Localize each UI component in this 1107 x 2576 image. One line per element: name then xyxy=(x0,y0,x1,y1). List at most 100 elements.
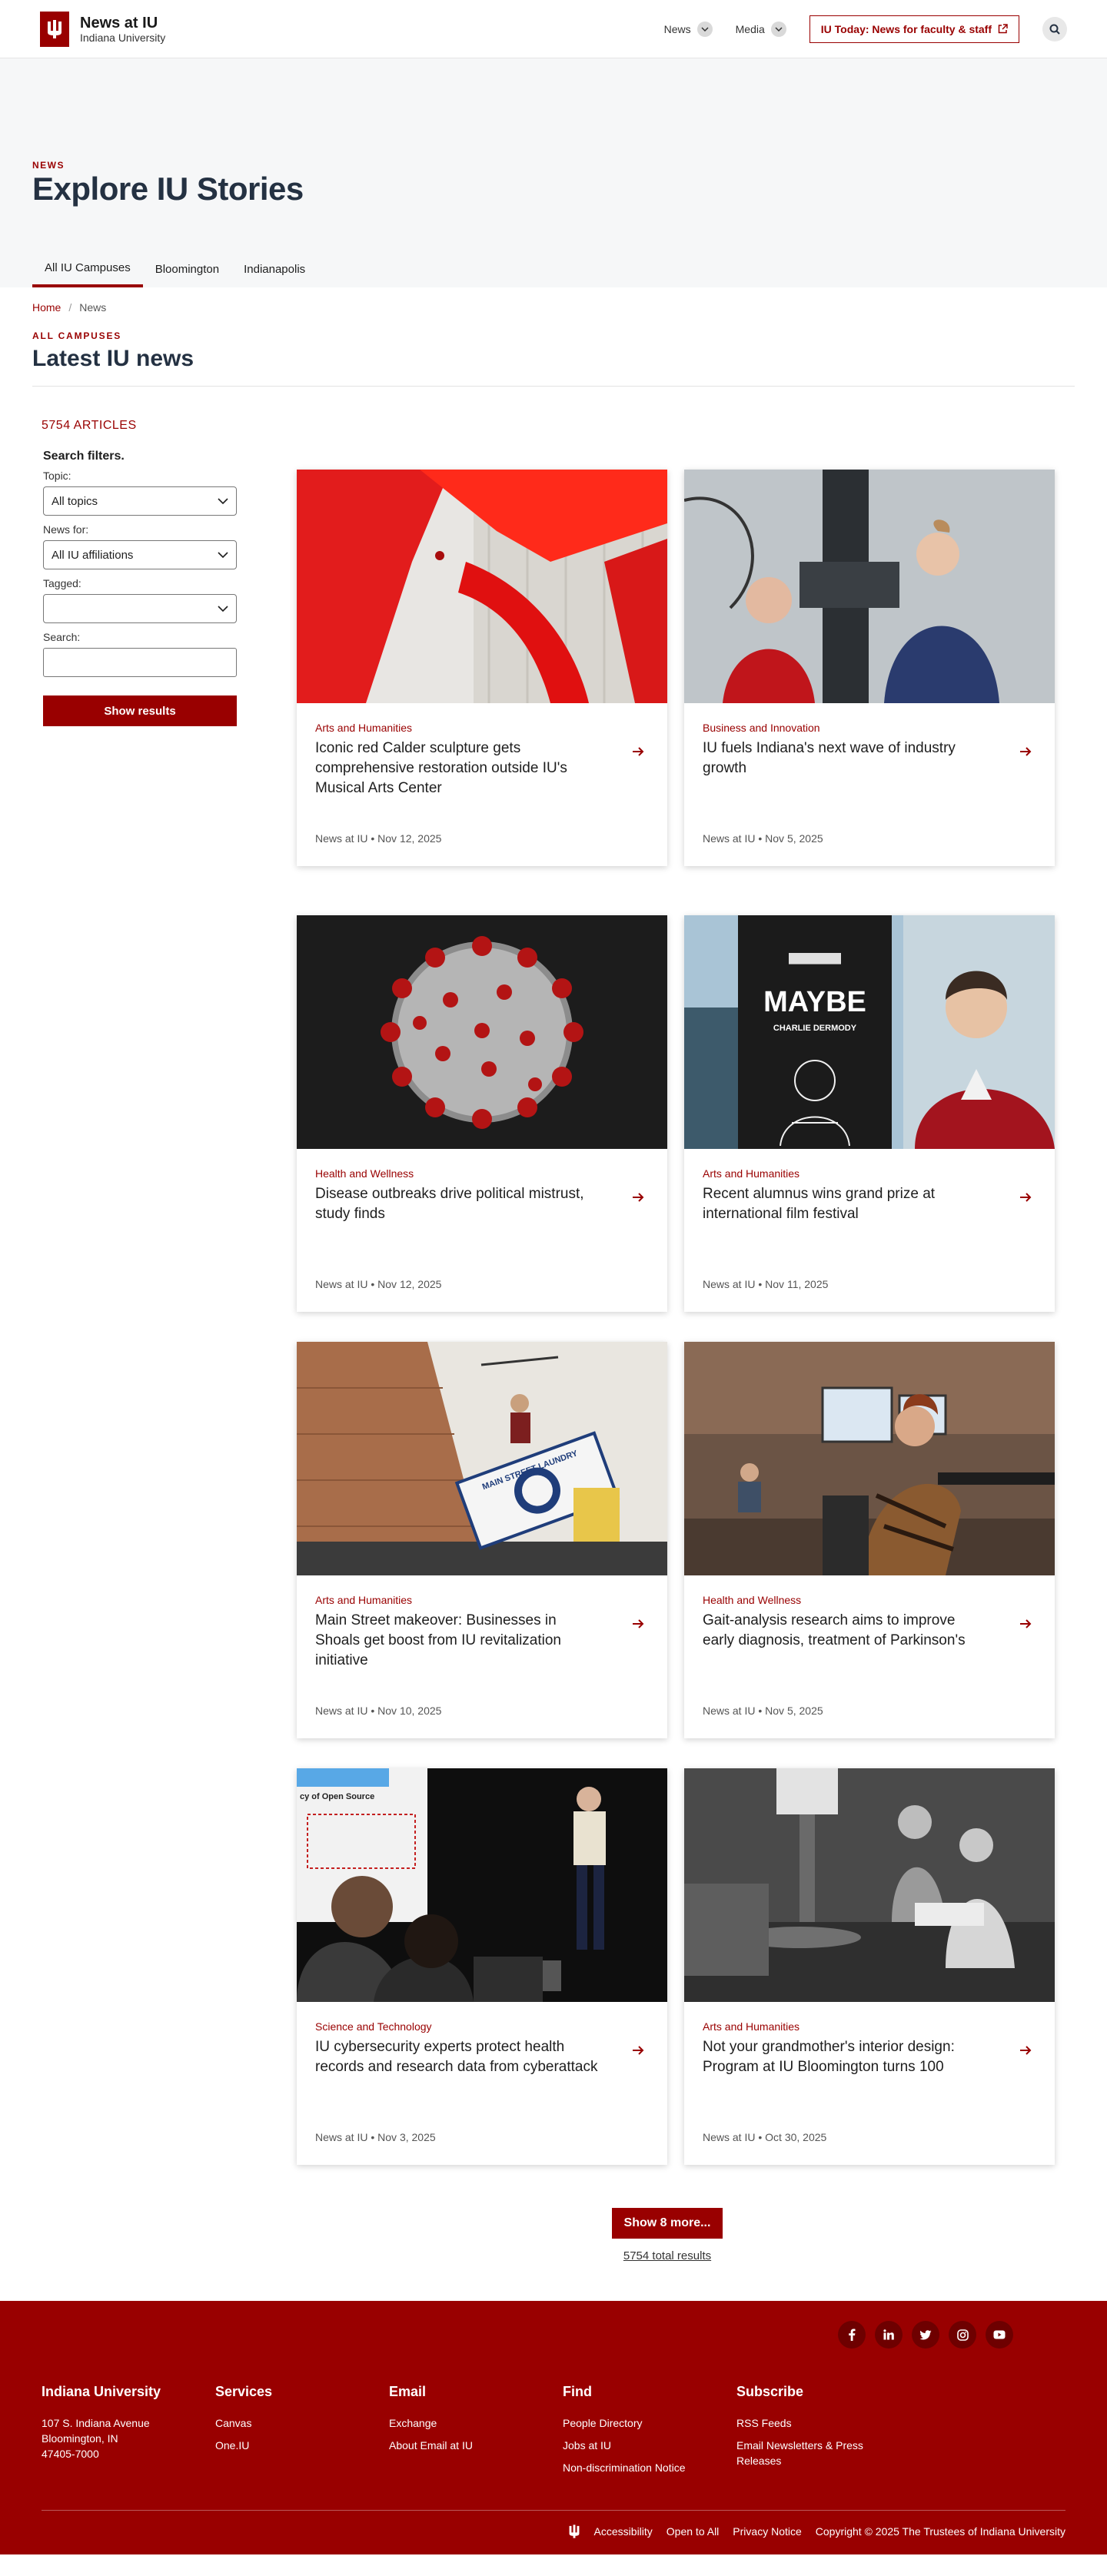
article-source: News at IU xyxy=(703,1705,756,1717)
article-card[interactable]: MAIN STREET LAUNDRY Arts and Humanities Ma… xyxy=(297,1342,667,1738)
article-meta: News at IU • Nov 12, 2025 xyxy=(315,1278,441,1290)
article-title[interactable]: Gait-analysis research aims to improve e… xyxy=(703,1611,987,1651)
topic-select-value: All topics xyxy=(52,494,98,508)
footer-col-subscribe: Subscribe RSS Feeds Email Newsletters & … xyxy=(736,2384,890,2482)
article-category[interactable]: Health and Wellness xyxy=(315,1167,649,1180)
show-more-button[interactable]: Show 8 more... xyxy=(612,2208,723,2239)
youtube-icon[interactable] xyxy=(986,2321,1013,2349)
hero-eyebrow: NEWS xyxy=(32,160,65,171)
meta-separator: • xyxy=(371,1705,375,1717)
breadcrumb-home[interactable]: Home xyxy=(32,301,61,327)
footer-link-exchange[interactable]: Exchange xyxy=(389,2415,563,2431)
footer-link-nondiscrimination[interactable]: Non-discrimination Notice xyxy=(563,2460,736,2475)
article-source: News at IU xyxy=(315,2131,368,2143)
meta-separator: • xyxy=(758,2131,763,2143)
article-card[interactable]: Business and Innovation IU fuels Indiana'… xyxy=(684,470,1055,866)
arrow-right-icon[interactable] xyxy=(632,2042,644,2060)
show-results-button[interactable]: Show results xyxy=(43,695,237,726)
search-button[interactable] xyxy=(1042,16,1067,41)
article-image[interactable]: cy of Open Source xyxy=(297,1768,667,2002)
article-category[interactable]: Science and Technology xyxy=(315,2020,649,2033)
search-filters: Search filters. Topic: All topics News f… xyxy=(43,450,237,726)
article-image[interactable]: MAIN STREET LAUNDRY xyxy=(297,1342,667,1575)
nav-news[interactable]: News xyxy=(663,21,713,37)
article-card[interactable]: Arts and Humanities Iconic red Calder scu… xyxy=(297,470,667,866)
arrow-right-icon[interactable] xyxy=(632,1615,644,1633)
footer-link-people-directory[interactable]: People Directory xyxy=(563,2415,736,2431)
tagged-select[interactable] xyxy=(43,594,237,623)
footer-link-accessibility[interactable]: Accessibility xyxy=(594,2525,653,2538)
footer-link-canvas[interactable]: Canvas xyxy=(215,2415,389,2431)
twitter-icon[interactable] xyxy=(912,2321,939,2349)
article-card[interactable]: Arts and Humanities Not your grandmother'… xyxy=(684,1768,1055,2165)
trident-icon xyxy=(48,19,62,38)
article-image[interactable]: ████████ MAYBE CHARLIE DERMODY xyxy=(684,915,1055,1149)
arrow-right-icon[interactable] xyxy=(1019,2042,1032,2060)
newsfor-select-value: All IU affiliations xyxy=(52,548,134,562)
arrow-right-icon[interactable] xyxy=(1019,1615,1032,1633)
article-meta: News at IU • Nov 10, 2025 xyxy=(315,1705,441,1717)
footer-col-find: Find People Directory Jobs at IU Non-dis… xyxy=(563,2384,736,2482)
article-title[interactable]: Not your grandmother's interior design: … xyxy=(703,2037,987,2077)
article-title[interactable]: Iconic red Calder sculpture gets compreh… xyxy=(315,739,600,798)
article-date: Nov 12, 2025 xyxy=(377,1278,442,1290)
facebook-icon[interactable] xyxy=(838,2321,866,2349)
slide-text: cy of Open Source xyxy=(300,1792,374,1801)
tab-bloomington[interactable]: Bloomington xyxy=(143,251,231,287)
footer-heading: Services xyxy=(215,2384,273,2399)
iu-today-link[interactable]: IU Today: News for faculty & staff xyxy=(809,15,1019,43)
tab-all-campuses[interactable]: All IU Campuses xyxy=(32,251,143,287)
social-links xyxy=(838,2321,1013,2349)
footer-link-privacy[interactable]: Privacy Notice xyxy=(733,2525,801,2538)
article-category[interactable]: Arts and Humanities xyxy=(703,2020,1036,2033)
topic-select[interactable]: All topics xyxy=(43,486,237,516)
article-image[interactable] xyxy=(684,1342,1055,1575)
iu-trident-logo[interactable] xyxy=(40,11,69,47)
article-card[interactable]: Health and Wellness Gait-analysis researc… xyxy=(684,1342,1055,1738)
total-results[interactable]: 5754 total results xyxy=(612,2249,723,2262)
footer-link-open-to-all[interactable]: Open to All xyxy=(667,2525,720,2538)
article-category[interactable]: Arts and Humanities xyxy=(315,1594,649,1606)
site-title[interactable]: News at IU xyxy=(80,15,165,32)
article-card[interactable]: ████████ MAYBE CHARLIE DERMODY Arts and Hum… xyxy=(684,915,1055,1312)
nav-news-label: News xyxy=(663,22,691,35)
article-card[interactable]: cy of Open Source Science and Technology I… xyxy=(297,1768,667,2165)
article-image[interactable] xyxy=(297,915,667,1149)
article-category[interactable]: Health and Wellness xyxy=(703,1594,1036,1606)
article-image[interactable] xyxy=(684,470,1055,703)
article-title[interactable]: IU fuels Indiana's next wave of industry… xyxy=(703,739,987,778)
breadcrumb: Home / News xyxy=(0,287,1107,327)
article-card[interactable]: Health and Wellness Disease outbreaks dri… xyxy=(297,915,667,1312)
article-category[interactable]: Business and Innovation xyxy=(703,722,1036,734)
nav-media-label: Media xyxy=(735,22,765,35)
article-date: Nov 11, 2025 xyxy=(765,1278,829,1290)
footer-link-jobs[interactable]: Jobs at IU xyxy=(563,2438,736,2453)
search-input[interactable] xyxy=(43,648,237,677)
article-title[interactable]: Main Street makeover: Businesses in Shoa… xyxy=(315,1611,600,1671)
article-image[interactable] xyxy=(297,470,667,703)
arrow-right-icon[interactable] xyxy=(632,743,644,761)
tab-indianapolis[interactable]: Indianapolis xyxy=(231,251,317,287)
newsfor-select[interactable]: All IU affiliations xyxy=(43,540,237,569)
arrow-right-icon[interactable] xyxy=(1019,743,1032,761)
footer-link-newsletters[interactable]: Email Newsletters & Press Releases xyxy=(736,2438,890,2468)
article-title[interactable]: Disease outbreaks drive political mistru… xyxy=(315,1184,600,1224)
article-title[interactable]: IU cybersecurity experts protect health … xyxy=(315,2037,600,2077)
footer-heading: Subscribe xyxy=(736,2384,804,2399)
nav-media[interactable]: Media xyxy=(735,21,786,37)
site-subtitle: Indiana University xyxy=(80,31,166,44)
footer-address-line: 47405-7000 xyxy=(42,2448,99,2460)
arrow-right-icon[interactable] xyxy=(1019,1189,1032,1207)
footer-heading: Find xyxy=(563,2384,592,2399)
article-category[interactable]: Arts and Humanities xyxy=(703,1167,1036,1180)
instagram-icon[interactable] xyxy=(949,2321,976,2349)
footer-link-rss[interactable]: RSS Feeds xyxy=(736,2415,890,2431)
article-meta: News at IU • Nov 11, 2025 xyxy=(703,1278,828,1290)
footer-link-about-email[interactable]: About Email at IU xyxy=(389,2438,563,2453)
article-image[interactable] xyxy=(684,1768,1055,2002)
footer-link-oneiu[interactable]: One.IU xyxy=(215,2438,389,2453)
linkedin-icon[interactable] xyxy=(875,2321,903,2349)
article-title[interactable]: Recent alumnus wins grand prize at inter… xyxy=(703,1184,987,1224)
arrow-right-icon[interactable] xyxy=(632,1189,644,1207)
article-category[interactable]: Arts and Humanities xyxy=(315,722,649,734)
